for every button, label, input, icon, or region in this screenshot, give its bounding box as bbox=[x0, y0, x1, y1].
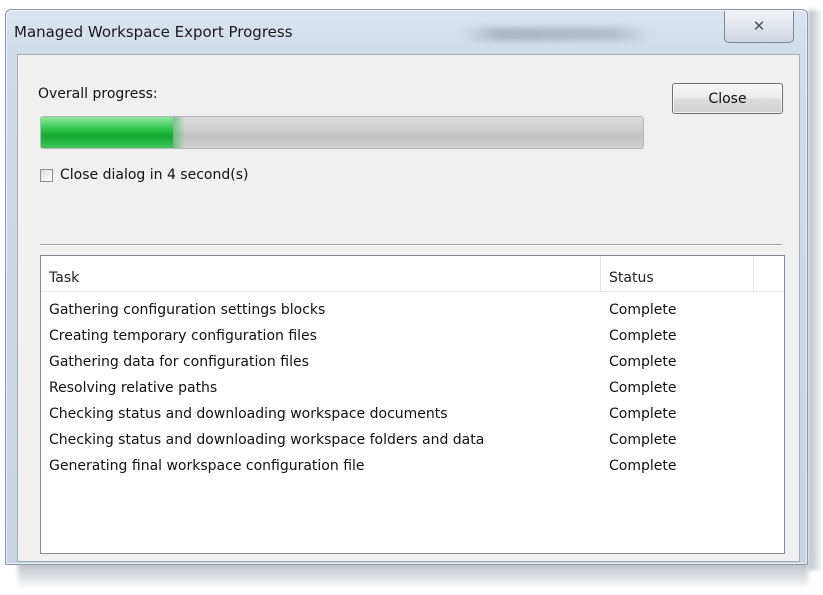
window-shadow-bottom bbox=[18, 562, 808, 588]
task-name: Gathering data for configuration files bbox=[49, 354, 309, 370]
task-status: Complete bbox=[609, 380, 677, 396]
window-title: Managed Workspace Export Progress bbox=[14, 23, 293, 41]
close-button[interactable]: Close bbox=[672, 83, 783, 114]
column-header-task[interactable]: Task bbox=[41, 256, 601, 292]
task-list-header: Task Status bbox=[41, 256, 784, 292]
table-row[interactable]: Gathering data for configuration files Co… bbox=[41, 350, 784, 376]
task-name: Generating final workspace configuration… bbox=[49, 458, 365, 474]
background-window-title-blur bbox=[461, 27, 651, 41]
task-name: Resolving relative paths bbox=[49, 380, 218, 396]
overall-progress-bar bbox=[40, 116, 644, 149]
task-status: Complete bbox=[609, 406, 677, 422]
table-row[interactable]: Generating final workspace configuration… bbox=[41, 454, 784, 480]
task-status: Complete bbox=[609, 432, 677, 448]
task-name: Checking status and downloading workspac… bbox=[49, 432, 485, 448]
table-row[interactable]: Checking status and downloading workspac… bbox=[41, 402, 784, 428]
task-name: Gathering configuration settings blocks bbox=[49, 302, 326, 318]
dialog-client-area: Overall progress: Close Close dialog in … bbox=[17, 54, 800, 562]
progress-fill bbox=[41, 117, 186, 148]
window-close-button[interactable]: ✕ bbox=[724, 11, 794, 43]
task-status: Complete bbox=[609, 354, 677, 370]
column-header-status[interactable]: Status bbox=[601, 256, 754, 292]
close-icon: ✕ bbox=[752, 17, 766, 35]
task-name: Checking status and downloading workspac… bbox=[49, 406, 448, 422]
task-rows: Gathering configuration settings blocks C… bbox=[41, 298, 784, 480]
table-row[interactable]: Creating temporary configuration files Co… bbox=[41, 324, 784, 350]
table-row[interactable]: Resolving relative paths Complete bbox=[41, 376, 784, 402]
task-status: Complete bbox=[609, 458, 677, 474]
table-row[interactable]: Checking status and downloading workspac… bbox=[41, 428, 784, 454]
separator-line bbox=[40, 244, 782, 245]
overall-progress-label: Overall progress: bbox=[38, 86, 158, 102]
task-status: Complete bbox=[609, 328, 677, 344]
task-list[interactable]: Task Status Gathering configuration sett… bbox=[40, 255, 785, 554]
task-status: Complete bbox=[609, 302, 677, 318]
auto-close-label: Close dialog in 4 second(s) bbox=[60, 167, 249, 183]
task-name: Creating temporary configuration files bbox=[49, 328, 317, 344]
auto-close-option[interactable]: Close dialog in 4 second(s) bbox=[40, 167, 248, 183]
table-row[interactable]: Gathering configuration settings blocks C… bbox=[41, 298, 784, 324]
export-progress-dialog: Managed Workspace Export Progress ✕ Over… bbox=[5, 9, 808, 565]
auto-close-checkbox[interactable] bbox=[40, 168, 53, 182]
window-shadow-right bbox=[808, 10, 821, 570]
